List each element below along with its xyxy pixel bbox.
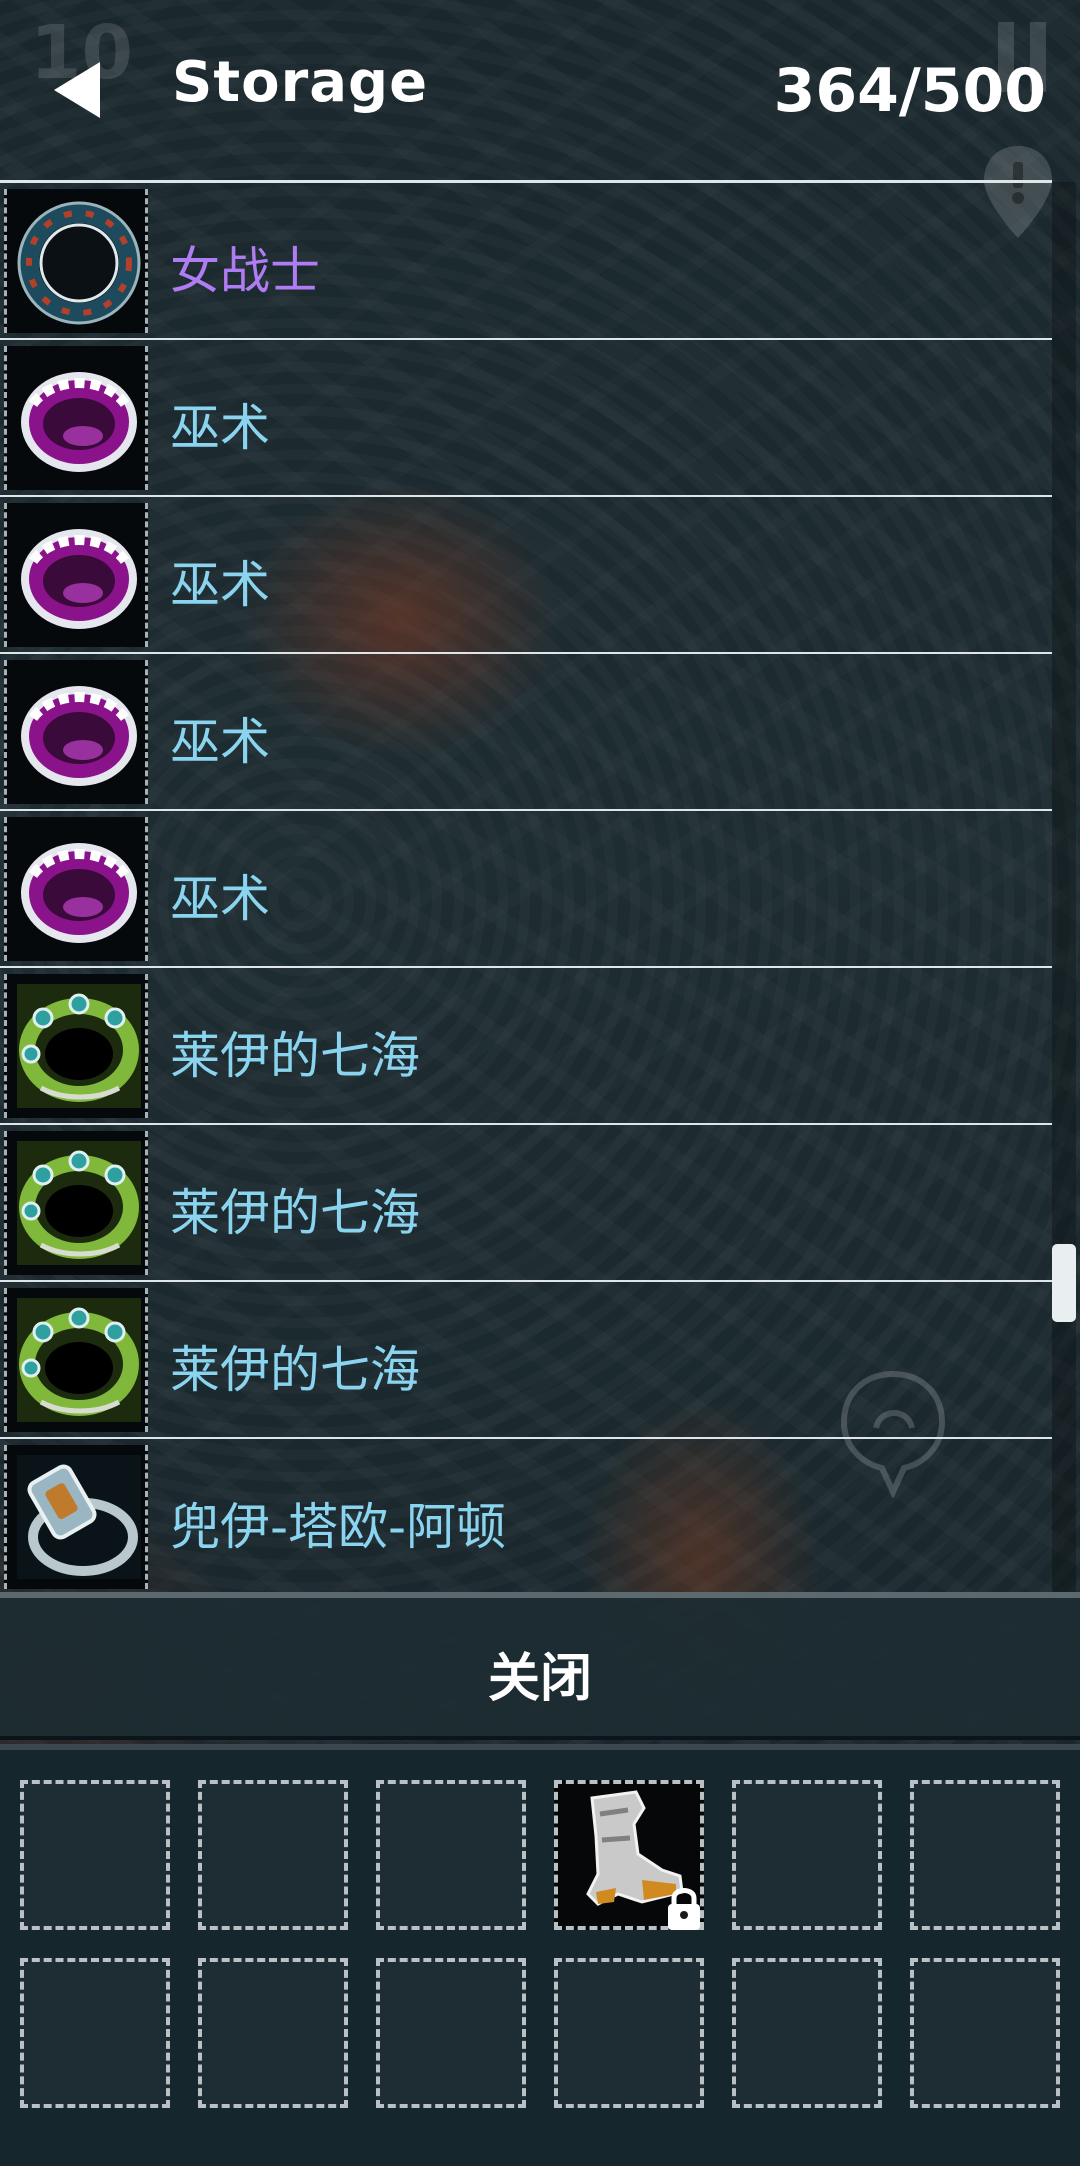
ring-purple-icon xyxy=(21,843,137,943)
inventory-slot[interactable] xyxy=(732,1780,882,1930)
scrollbar-track[interactable] xyxy=(1052,182,1076,1592)
item-name: 莱伊的七海 xyxy=(170,1341,420,1399)
item-thumbnail xyxy=(4,817,148,961)
list-item[interactable]: 莱伊的七海 xyxy=(0,1282,1052,1439)
item-thumbnail xyxy=(4,1131,148,1275)
list-item[interactable]: 兜伊-塔欧-阿顿 xyxy=(0,1439,1052,1595)
scrollbar-thumb[interactable] xyxy=(1052,1244,1076,1322)
close-button-label: 关闭 xyxy=(487,1649,592,1709)
ring-purple-icon xyxy=(21,529,137,629)
item-name: 莱伊的七海 xyxy=(170,1027,420,1085)
list-item[interactable]: 莱伊的七海 xyxy=(0,1125,1052,1282)
inventory-grid xyxy=(0,1744,1080,2166)
close-button[interactable]: 关闭 xyxy=(0,1592,1080,1740)
item-thumbnail xyxy=(4,346,148,490)
back-arrow-icon[interactable] xyxy=(52,60,102,120)
item-thumbnail xyxy=(4,189,148,333)
lock-icon xyxy=(668,1888,700,1930)
ring-green-icon xyxy=(17,1298,141,1422)
item-name: 巫术 xyxy=(170,399,270,457)
item-name: 女战士 xyxy=(170,242,320,300)
item-thumbnail xyxy=(4,660,148,804)
item-name: 巫术 xyxy=(170,556,270,614)
ring-green-icon xyxy=(17,1141,141,1265)
inventory-slot[interactable] xyxy=(20,1780,170,1930)
inventory-slot[interactable] xyxy=(910,1958,1060,2108)
item-thumbnail xyxy=(4,974,148,1118)
item-thumbnail xyxy=(4,503,148,647)
item-name: 莱伊的七海 xyxy=(170,1184,420,1242)
ring-gem-icon xyxy=(17,1455,141,1579)
storage-list[interactable]: 女战士 巫术 巫术 巫术 巫术 莱伊的七海 莱伊的七海 莱伊的七海 兜伊-塔欧-… xyxy=(0,180,1052,1595)
inventory-slot[interactable] xyxy=(198,1780,348,1930)
list-item[interactable]: 莱伊的七海 xyxy=(0,968,1052,1125)
list-item[interactable]: 巫术 xyxy=(0,811,1052,968)
inventory-slot[interactable] xyxy=(910,1780,1060,1930)
ring-green-icon xyxy=(17,984,141,1108)
item-name: 兜伊-塔欧-阿顿 xyxy=(170,1498,507,1556)
item-thumbnail xyxy=(4,1288,148,1432)
inventory-slot[interactable] xyxy=(198,1958,348,2108)
inventory-slot[interactable] xyxy=(20,1958,170,2108)
inventory-slot[interactable] xyxy=(732,1958,882,2108)
list-item[interactable]: 女战士 xyxy=(0,183,1052,340)
list-item[interactable]: 巫术 xyxy=(0,497,1052,654)
ring-purple-icon xyxy=(21,686,137,786)
inventory-slot[interactable] xyxy=(554,1780,704,1930)
item-thumbnail xyxy=(4,1445,148,1589)
ring-black-icon xyxy=(17,201,141,325)
inventory-slot[interactable] xyxy=(376,1958,526,2108)
list-item[interactable]: 巫术 xyxy=(0,340,1052,497)
ring-purple-icon xyxy=(21,372,137,472)
page-title: Storage xyxy=(172,50,429,115)
inventory-slot[interactable] xyxy=(376,1780,526,1930)
item-name: 巫术 xyxy=(170,713,270,771)
inventory-slot[interactable] xyxy=(554,1958,704,2108)
storage-count: 364/500 xyxy=(773,56,1046,126)
list-item[interactable]: 巫术 xyxy=(0,654,1052,811)
item-name: 巫术 xyxy=(170,870,270,928)
